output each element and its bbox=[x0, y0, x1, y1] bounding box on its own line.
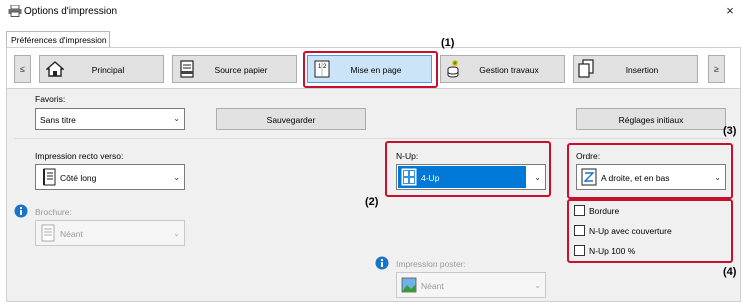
poster-icon bbox=[401, 277, 417, 293]
info-icon[interactable] bbox=[14, 204, 28, 218]
tab-insertion[interactable]: Insertion bbox=[573, 55, 698, 83]
chevron-down-icon: ⌄ bbox=[534, 281, 541, 290]
highlight-box-1 bbox=[303, 51, 438, 88]
bordure-label: Bordure bbox=[589, 206, 620, 216]
highlight-box-3 bbox=[567, 143, 733, 199]
divider bbox=[14, 138, 729, 139]
info-icon[interactable] bbox=[375, 256, 389, 270]
callout-4: (4) bbox=[723, 266, 737, 278]
scroll-left-button[interactable]: ≤ bbox=[14, 55, 31, 83]
printer-icon bbox=[8, 5, 22, 17]
close-button[interactable]: × bbox=[723, 3, 737, 18]
brochure-select[interactable]: Néant ⌄ bbox=[35, 220, 185, 246]
tab-gestion-travaux[interactable]: Gestion travaux bbox=[440, 55, 565, 83]
callout-2: (2) bbox=[365, 196, 379, 208]
poster-select[interactable]: Néant ⌄ bbox=[396, 272, 546, 298]
callout-3: (3) bbox=[723, 125, 737, 137]
nup-couverture-checkbox[interactable] bbox=[574, 225, 585, 236]
recto-verso-select[interactable]: Côté long ⌄ bbox=[35, 164, 185, 190]
tab-source-papier-label: Source papier bbox=[214, 65, 268, 75]
chevron-down-icon: ⌄ bbox=[173, 173, 180, 182]
bordure-checkbox[interactable] bbox=[574, 205, 585, 216]
recto-verso-label: Impression recto verso: bbox=[35, 151, 124, 161]
highlight-box-2 bbox=[385, 141, 551, 197]
favoris-label: Favoris: bbox=[35, 94, 66, 104]
save-button[interactable]: Sauvegarder bbox=[216, 108, 366, 130]
tab-principal-label: Principal bbox=[91, 65, 125, 75]
brochure-icon bbox=[41, 224, 55, 242]
brochure-label: Brochure: bbox=[35, 207, 72, 217]
tab-source-papier[interactable]: Source papier bbox=[172, 55, 297, 83]
tab-insertion-label: Insertion bbox=[625, 65, 659, 75]
chevron-down-icon: ⌄ bbox=[173, 229, 180, 238]
tab-gestion-travaux-label: Gestion travaux bbox=[479, 65, 539, 75]
poster-value: Néant bbox=[421, 281, 444, 291]
nup-100-label: N-Up 100 % bbox=[589, 246, 636, 256]
nup-100-checkbox[interactable] bbox=[574, 245, 585, 256]
chevron-down-icon: ⌄ bbox=[173, 114, 180, 123]
window-title: Options d'impression bbox=[24, 6, 118, 17]
brochure-value: Néant bbox=[60, 229, 83, 239]
nup-couverture-label: N-Up avec couverture bbox=[589, 226, 672, 236]
recto-verso-value: Côté long bbox=[60, 173, 97, 183]
favoris-select[interactable]: Sans titre ⌄ bbox=[35, 108, 185, 130]
scroll-right-button[interactable]: ≥ bbox=[708, 55, 725, 83]
poster-label: Impression poster: bbox=[396, 259, 466, 269]
tab-principal[interactable]: Principal bbox=[39, 55, 164, 83]
tab-preferences[interactable]: Préférences d'impression bbox=[6, 31, 110, 48]
duplex-long-edge-icon bbox=[43, 168, 56, 186]
callout-1: (1) bbox=[441, 37, 455, 49]
favoris-value: Sans titre bbox=[40, 115, 76, 125]
reset-button[interactable]: Réglages initiaux bbox=[576, 108, 726, 130]
